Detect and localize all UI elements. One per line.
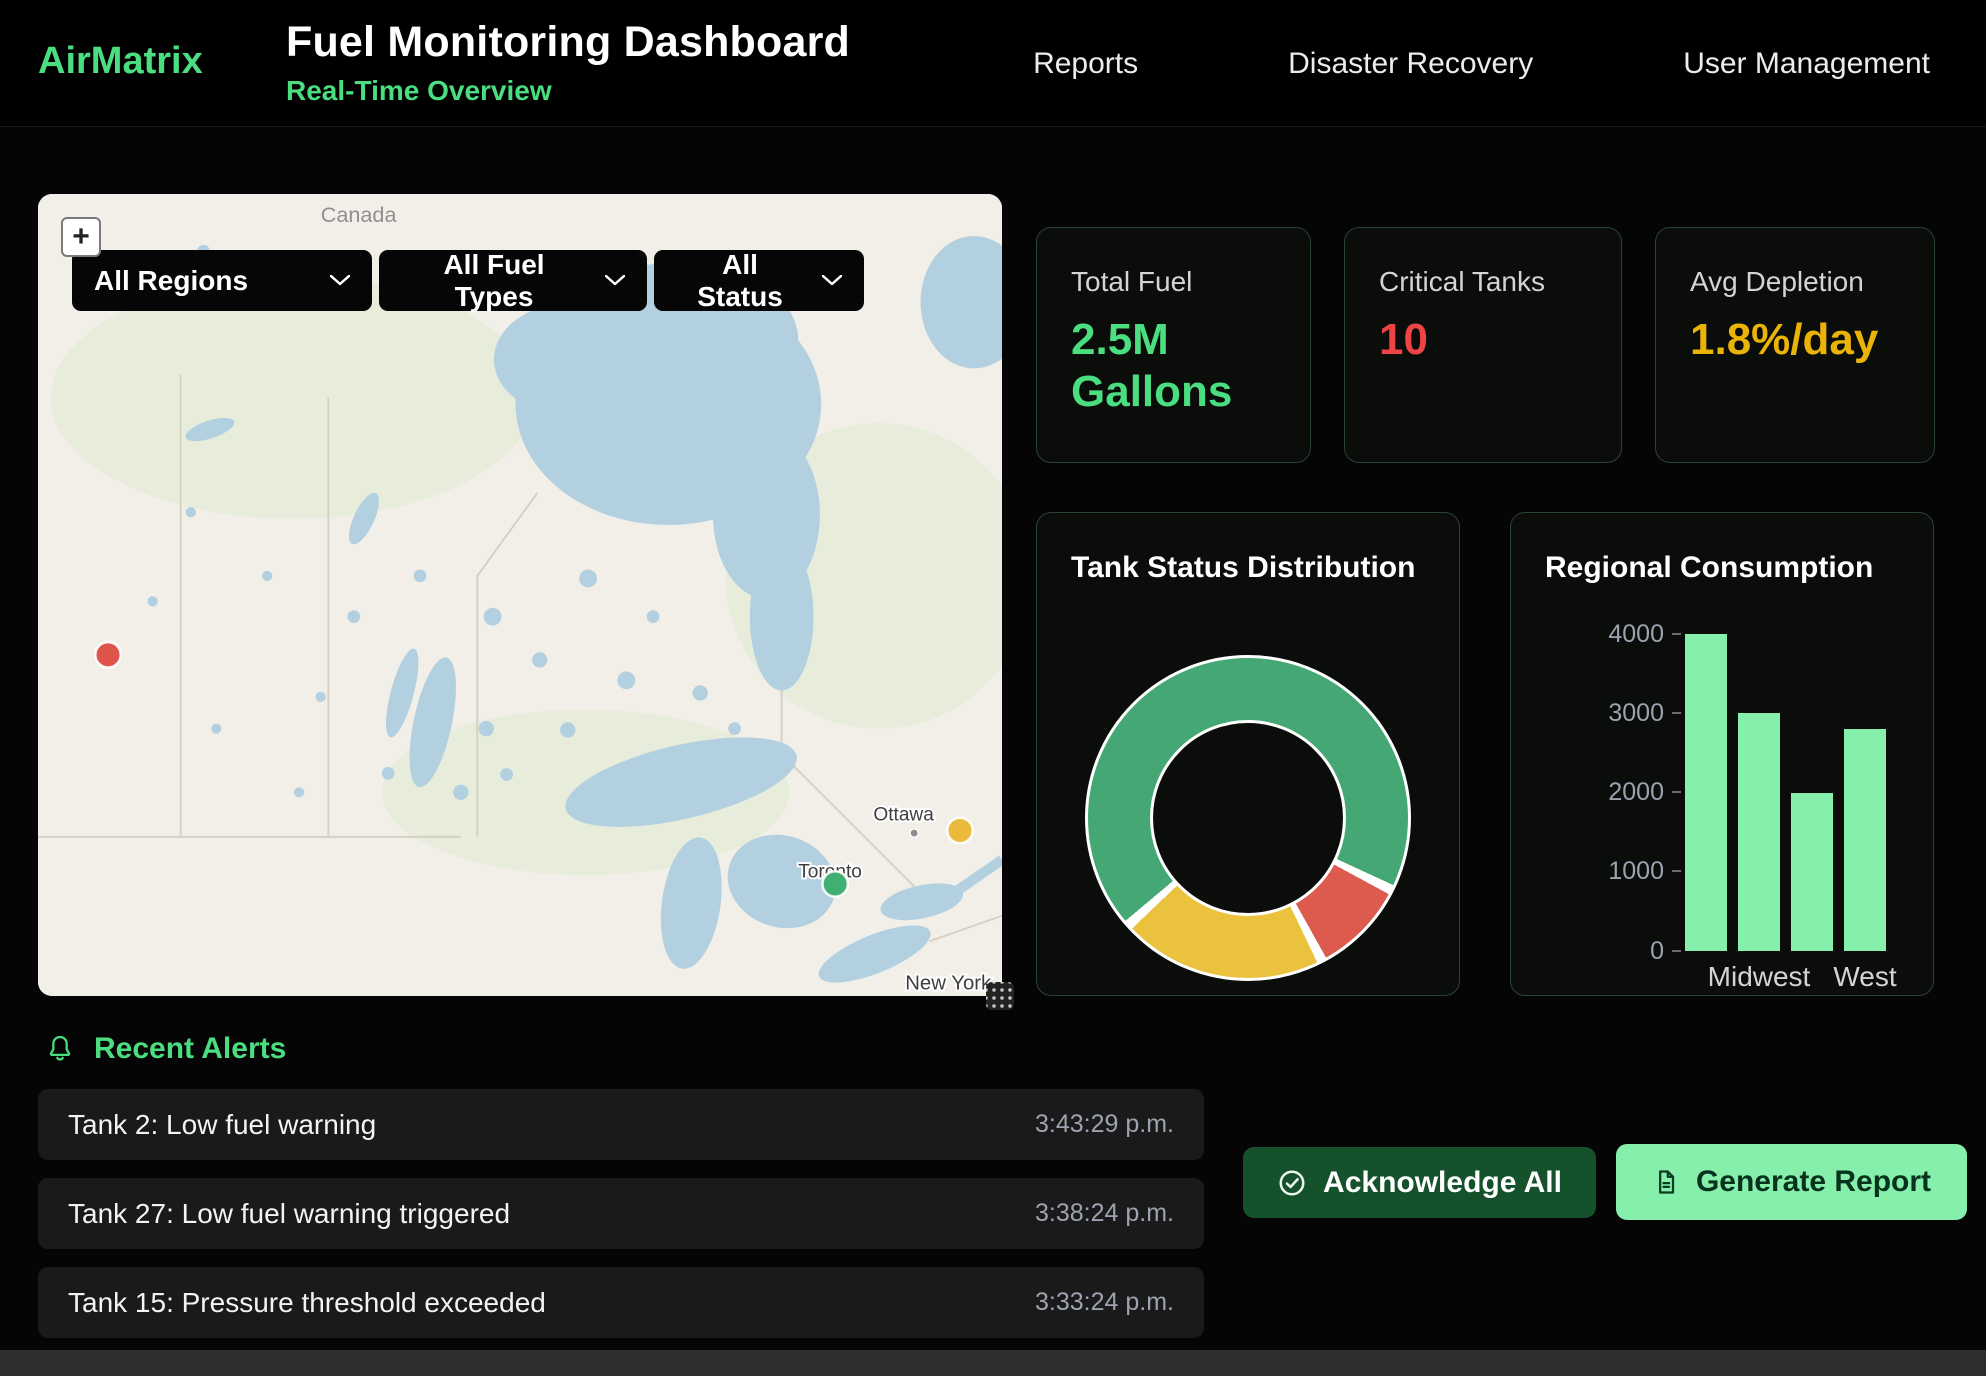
alert-row[interactable]: Tank 2: Low fuel warning 3:43:29 p.m. xyxy=(38,1089,1204,1160)
map-marker-normal[interactable] xyxy=(822,871,847,896)
app-header: AirMatrix Fuel Monitoring Dashboard Real… xyxy=(0,0,1986,127)
nav-reports[interactable]: Reports xyxy=(1033,47,1138,81)
stat-card-critical-tanks: Critical Tanks 10 xyxy=(1344,227,1622,463)
bar xyxy=(1844,729,1886,951)
region-filter-dropdown[interactable]: All Regions xyxy=(72,250,372,311)
regional-consumption-title: Regional Consumption xyxy=(1545,551,1873,585)
bar xyxy=(1685,634,1727,951)
alerts-section-title: Recent Alerts xyxy=(94,1032,286,1066)
stat-card-total-fuel: Total Fuel 2.5M Gallons xyxy=(1036,227,1311,463)
stat-value: 10 xyxy=(1379,314,1587,366)
bell-icon xyxy=(44,1033,76,1065)
tank-status-card: Tank Status Distribution xyxy=(1036,512,1460,996)
map-canvas[interactable]: Canada Ottawa Toronto New York xyxy=(38,194,1002,996)
status-filter-dropdown[interactable]: All Status xyxy=(654,250,864,311)
page-title: Fuel Monitoring Dashboard xyxy=(286,18,850,67)
city-dot-ottawa xyxy=(910,829,918,837)
chevron-down-icon xyxy=(822,275,842,286)
bar-chart xyxy=(1685,634,1886,951)
main-nav: Reports Disaster Recovery User Managemen… xyxy=(1033,0,1930,127)
acknowledge-all-button[interactable]: Acknowledge All xyxy=(1243,1147,1596,1218)
stat-value: 2.5M Gallons xyxy=(1071,314,1276,418)
stat-label: Avg Depletion xyxy=(1690,266,1900,298)
donut-hole xyxy=(1150,720,1346,916)
page-subtitle: Real-Time Overview xyxy=(286,75,850,107)
map-marker-critical[interactable] xyxy=(95,642,120,667)
map-label-ottawa: Ottawa xyxy=(873,804,934,825)
alert-message: Tank 15: Pressure threshold exceeded xyxy=(68,1287,546,1319)
status-filter-label: All Status xyxy=(676,249,804,313)
y-axis-tick: 1000 xyxy=(1541,858,1681,884)
map-label-new-york: New York xyxy=(905,973,992,995)
stat-label: Total Fuel xyxy=(1071,266,1276,298)
alert-row[interactable]: Tank 27: Low fuel warning triggered 3:38… xyxy=(38,1178,1204,1249)
y-axis-tick: 4000 xyxy=(1541,621,1681,647)
chevron-down-icon xyxy=(330,275,350,286)
alert-message: Tank 27: Low fuel warning triggered xyxy=(68,1198,510,1230)
check-circle-icon xyxy=(1277,1168,1307,1198)
app-logo: AirMatrix xyxy=(38,40,203,83)
x-axis-label: West xyxy=(1833,961,1896,993)
region-filter-label: All Regions xyxy=(94,265,248,297)
document-icon xyxy=(1652,1168,1680,1196)
generate-report-label: Generate Report xyxy=(1696,1165,1931,1199)
y-axis-tick: 3000 xyxy=(1541,700,1681,726)
fuel-type-filter-label: All Fuel Types xyxy=(401,249,587,313)
map-filter-row: All Regions All Fuel Types All Status xyxy=(72,250,864,311)
nav-disaster-recovery[interactable]: Disaster Recovery xyxy=(1288,47,1533,81)
donut-chart xyxy=(1085,655,1411,981)
bar xyxy=(1738,713,1780,951)
stat-value: 1.8%/day xyxy=(1690,314,1900,366)
alert-time: 3:38:24 p.m. xyxy=(1035,1199,1174,1228)
map-marker-warning[interactable] xyxy=(947,818,972,843)
regional-consumption-card: Regional Consumption 4000 3000 2000 1000… xyxy=(1510,512,1934,996)
y-axis-tick: 0 xyxy=(1541,938,1681,964)
nav-user-management[interactable]: User Management xyxy=(1683,47,1930,81)
zoom-in-button[interactable]: + xyxy=(61,217,101,257)
stat-card-avg-depletion: Avg Depletion 1.8%/day xyxy=(1655,227,1935,463)
alert-row[interactable]: Tank 15: Pressure threshold exceeded 3:3… xyxy=(38,1267,1204,1338)
alert-message: Tank 2: Low fuel warning xyxy=(68,1109,376,1141)
stat-label: Critical Tanks xyxy=(1379,266,1587,298)
y-axis-tick: 2000 xyxy=(1541,779,1681,805)
title-block: Fuel Monitoring Dashboard Real-Time Over… xyxy=(286,18,850,107)
bar xyxy=(1791,793,1833,952)
horizontal-scrollbar[interactable] xyxy=(0,1350,1986,1376)
map-panel: Canada Ottawa Toronto New York + All Reg… xyxy=(38,194,1002,996)
fuel-type-filter-dropdown[interactable]: All Fuel Types xyxy=(379,250,647,311)
dashboard-screen: AirMatrix Fuel Monitoring Dashboard Real… xyxy=(0,0,1986,1376)
map-resize-handle[interactable] xyxy=(986,982,1014,1010)
map-label-canada: Canada xyxy=(321,202,398,227)
alerts-header: Recent Alerts xyxy=(44,1032,286,1066)
chevron-down-icon xyxy=(605,275,625,286)
stats-row: Total Fuel 2.5M Gallons Critical Tanks 1… xyxy=(1036,227,1935,463)
acknowledge-all-label: Acknowledge All xyxy=(1323,1166,1562,1200)
x-axis-label: Midwest xyxy=(1708,961,1811,993)
alert-time: 3:43:29 p.m. xyxy=(1035,1110,1174,1139)
tank-status-title: Tank Status Distribution xyxy=(1071,551,1415,585)
generate-report-button[interactable]: Generate Report xyxy=(1616,1144,1967,1220)
alert-time: 3:33:24 p.m. xyxy=(1035,1288,1174,1317)
